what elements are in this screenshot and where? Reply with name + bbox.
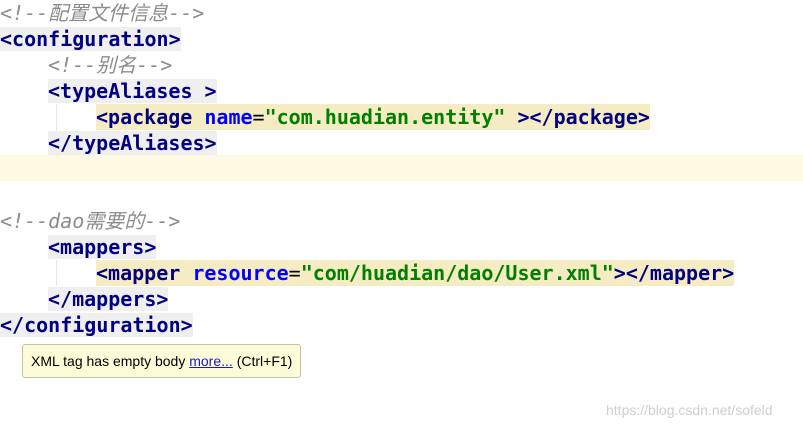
- code-line-4: <typeAliases >: [48, 78, 217, 104]
- code-line-6: </typeAliases>: [48, 130, 217, 156]
- code-line-9: <mappers>: [48, 234, 157, 260]
- mappers-open-tag[interactable]: <mappers>: [48, 235, 157, 259]
- code-line-2: <configuration>: [0, 26, 181, 52]
- tooltip-shortcut: (Ctrl+F1): [232, 353, 293, 369]
- code-editor[interactable]: <!--配置文件信息--> <configuration> <!--别名--> …: [0, 0, 803, 431]
- code-line-1: <!--配置文件信息-->: [0, 0, 204, 26]
- current-line-highlight: [0, 155, 803, 181]
- mapper-tag-open[interactable]: <mapper: [96, 261, 180, 285]
- package-name-attribute[interactable]: name: [204, 105, 252, 129]
- typealiases-close-tag[interactable]: </typeAliases>: [48, 131, 217, 155]
- mapper-equals: =: [288, 261, 301, 285]
- code-line-3: <!--别名-->: [48, 52, 172, 78]
- package-tag-open[interactable]: <package: [96, 105, 192, 129]
- tooltip-message: XML tag has empty body: [31, 353, 190, 369]
- code-line-8: <!--dao需要的-->: [0, 208, 180, 234]
- typealiases-open-tag[interactable]: <typeAliases >: [48, 79, 217, 103]
- package-name-value[interactable]: "com.huadian.entity": [265, 105, 506, 129]
- alias-comment: <!--别名-->: [48, 53, 173, 77]
- code-line-10: <mapper resource="com/huadian/dao/User.x…: [96, 260, 735, 286]
- package-tag-close[interactable]: ></package>: [505, 105, 649, 129]
- mapper-resource-attribute[interactable]: resource: [192, 261, 288, 285]
- configuration-close-tag[interactable]: </configuration>: [0, 313, 193, 337]
- code-line-11: </mappers>: [48, 286, 169, 312]
- tooltip-more-link[interactable]: more...: [189, 353, 233, 369]
- dao-comment: <!--dao需要的-->: [0, 209, 181, 233]
- code-line-12: </configuration>: [0, 312, 193, 338]
- watermark: https://blog.csdn.net/sofeld: [606, 402, 773, 418]
- mapper-resource-value[interactable]: "com/huadian/dao/User.xml": [301, 261, 614, 285]
- mappers-close-tag[interactable]: </mappers>: [48, 287, 169, 311]
- code-line-5: <package name="com.huadian.entity" ></pa…: [96, 104, 650, 130]
- config-comment: <!--配置文件信息-->: [0, 1, 205, 25]
- package-equals: =: [252, 105, 265, 129]
- mapper-tag-close[interactable]: ></mapper>: [614, 261, 734, 285]
- inspection-tooltip: XML tag has empty body more... (Ctrl+F1): [22, 344, 302, 378]
- indent-guide: [56, 260, 57, 286]
- configuration-open-tag[interactable]: <configuration>: [0, 27, 181, 51]
